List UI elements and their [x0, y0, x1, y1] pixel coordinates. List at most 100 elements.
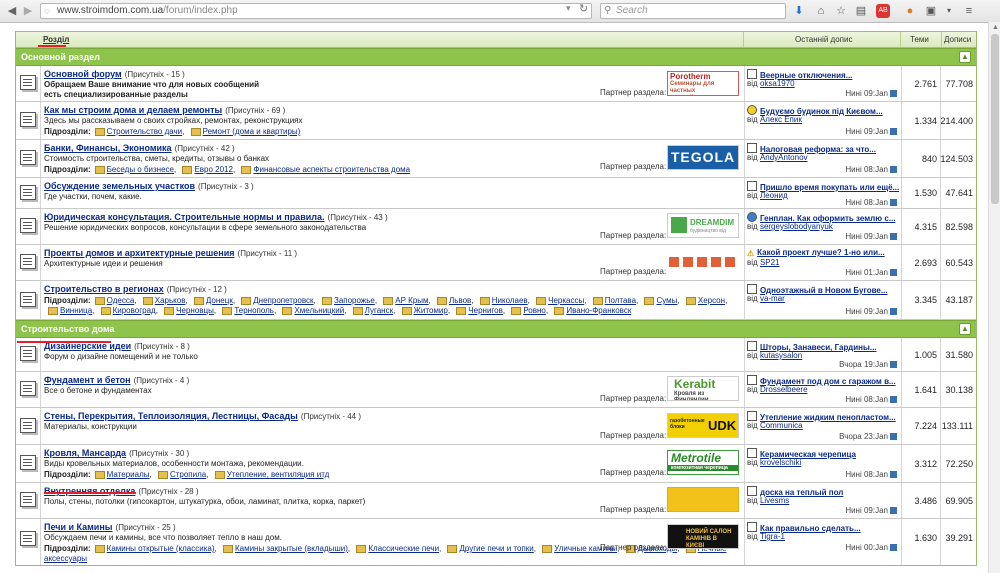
forum-desc: Обращаем Ваше внимание что для новых соо…	[44, 80, 259, 99]
extension-icon[interactable]: ●	[903, 4, 917, 18]
forum-row: Строительство в регионах (Присутніх - 12…	[16, 281, 976, 320]
forum-table: Розділ Останній допис Теми Дописи Основн…	[15, 31, 977, 566]
collapse-icon[interactable]: ▲	[959, 51, 971, 63]
forum-row: Как мы строим дома и делаем ремонты (При…	[16, 102, 976, 140]
search-input[interactable]: ⚲ Search	[600, 3, 786, 19]
partner-label: Партнер раздела:	[600, 88, 667, 97]
search-icon: ⚲	[604, 5, 612, 16]
ad-banner[interactable]: DREAMDIM будівництво від	[667, 213, 739, 238]
ad-banner[interactable]	[667, 487, 739, 512]
subforum-link[interactable]: Запорожье	[334, 296, 375, 305]
forum-row: Дизайнерские идеи (Присутніх - 8 ) Форум…	[16, 338, 976, 372]
subforum-link[interactable]: Одесса	[107, 296, 135, 305]
search-placeholder: Search	[616, 5, 648, 16]
subforum-link[interactable]: Винница	[60, 306, 92, 315]
subforum-link[interactable]: АР Крым	[395, 296, 428, 305]
subforum-link[interactable]: Кировоград	[113, 306, 156, 315]
forum-link[interactable]: Печи и Камины	[44, 522, 112, 532]
ad-banner[interactable]: Kerabit Кровля из Финляндии	[667, 376, 739, 401]
section-header-main: Основной раздел ▲	[16, 48, 976, 66]
subforum-link[interactable]: Другие печи и топки	[459, 544, 533, 553]
subforum-link[interactable]: Херсон	[698, 296, 725, 305]
header-posts: Дописи	[944, 35, 972, 44]
address-bar[interactable]: ◌ www.stroimdom.com.ua/forum/index.php	[40, 3, 592, 19]
collapse-icon[interactable]: ▲	[959, 323, 971, 335]
subforum-link[interactable]: Николаев	[492, 296, 528, 305]
globe-icon: ◌	[44, 6, 50, 17]
scroll-up-icon[interactable]: ▲	[992, 24, 999, 31]
posts-count: 77.708	[945, 79, 973, 89]
forum-link[interactable]: Как мы строим дома и делаем ремонты	[44, 105, 222, 115]
subforum-list: Підрозділи: Одесса, Харьков, Донецк, Днеп…	[44, 296, 728, 315]
ad-banner[interactable]: TEGOLA	[667, 145, 739, 170]
subforum-link[interactable]: Днепропетровск	[253, 296, 313, 305]
forum-row: Проекты домов и архитектурные решения (П…	[16, 245, 976, 281]
forum-link[interactable]: Проекты домов и архитектурные решения	[44, 248, 234, 258]
subforum-link[interactable]: Черновцы	[176, 306, 214, 315]
url-domain: www.stroimdom.com.ua	[57, 5, 164, 16]
forum-icon	[20, 112, 36, 127]
forum-link[interactable]: Строительство в регионах	[44, 284, 164, 294]
scroll-thumb[interactable]	[991, 34, 999, 204]
ad-banner[interactable]: Metrotile композитная черепица	[667, 450, 739, 475]
subforum-link[interactable]: Строительство дачи	[107, 127, 182, 136]
forward-icon[interactable]: ▶	[20, 3, 36, 19]
scrollbar[interactable]: ▲	[988, 22, 1000, 573]
forum-link[interactable]: Банки, Финансы, Экономика	[44, 143, 172, 153]
bookmarks-icon[interactable]: ☆	[834, 4, 848, 18]
subforum-link[interactable]: Ровно	[523, 306, 546, 315]
ad-banner[interactable]: Porotherm Семинары для частных застройщи…	[667, 71, 739, 96]
subforum-link[interactable]: Ремонт (дома и квартиры)	[203, 127, 301, 136]
addon-icon[interactable]: AB	[876, 4, 890, 18]
ad-banner[interactable]	[667, 251, 739, 276]
subforum-link[interactable]: Харьков	[155, 296, 186, 305]
last-post-user[interactable]: oksa1970	[760, 79, 795, 88]
forum-row: Кровля, Мансарда (Присутніх - 30 ) Виды …	[16, 445, 976, 483]
forum-row: Обсуждение земельных участков (Присутніх…	[16, 178, 976, 209]
ad-banner[interactable]: газобетонные блоки UDK	[667, 413, 739, 438]
browser-toolbar: ◀ ▶ ◌ www.stroimdom.com.ua/forum/index.p…	[0, 0, 1000, 23]
header-sections[interactable]: Розділ	[43, 35, 69, 44]
subforum-link[interactable]: Житомир	[414, 306, 448, 315]
subforum-link[interactable]: Хмельницкий	[294, 306, 344, 315]
forum-link[interactable]: Стены, Перекрытия, Теплоизоляция, Лестни…	[44, 411, 298, 421]
forum-link[interactable]: Кровля, Мансарда	[44, 448, 126, 458]
subforum-link[interactable]: Ивано-Франковск	[566, 306, 631, 315]
subforum-link[interactable]: Классические печи	[368, 544, 439, 553]
goto-icon[interactable]	[890, 90, 897, 97]
subforum-link[interactable]: Полтава	[605, 296, 636, 305]
forum-row: Стены, Перекрытия, Теплоизоляция, Лестни…	[16, 408, 976, 445]
forum-link[interactable]: Обсуждение земельных участков	[44, 181, 195, 191]
forum-icon	[20, 75, 36, 90]
forum-row: Внутренняя отделка (Присутніх - 28 ) Пол…	[16, 483, 976, 519]
forum-link[interactable]: Внутренняя отделка	[44, 486, 135, 496]
home-icon[interactable]: ⌂	[814, 4, 828, 18]
subforum-link[interactable]: Камины открытые (классика)	[107, 544, 215, 553]
menu-icon[interactable]: ≡	[962, 4, 976, 18]
reload-icon[interactable]: ↻	[579, 2, 588, 15]
subforum-link[interactable]: Чернигов	[468, 306, 503, 315]
section-header-house: Строительство дома ▲	[16, 320, 976, 338]
subforum-link[interactable]: Тернополь	[234, 306, 274, 315]
subforum-link[interactable]: Луганск	[365, 306, 393, 315]
url-dropdown-icon[interactable]: ▾	[566, 3, 571, 14]
back-icon[interactable]: ◀	[4, 3, 20, 19]
subforum-link[interactable]: Донецк	[206, 296, 233, 305]
subforum-link[interactable]: Сумы	[656, 296, 677, 305]
subforum-link[interactable]: Камины закрытые (вкладыши)	[235, 544, 348, 553]
forum-row: Юридическая консультация. Строительные н…	[16, 209, 976, 245]
forum-link[interactable]: Юридическая консультация. Строительные н…	[44, 212, 324, 222]
download-icon[interactable]: ⬇	[792, 4, 806, 18]
section-title: Строительство дома	[21, 324, 115, 334]
ad-banner[interactable]: НОВИЙ САЛОН КАМІНІВ В КИЄВІ	[667, 524, 739, 549]
forum-link[interactable]: Фундамент и бетон	[44, 375, 131, 385]
dropdown-icon[interactable]: ▾	[942, 4, 956, 18]
library-icon[interactable]: ▤	[854, 4, 868, 18]
subforum-link[interactable]: Львов	[449, 296, 471, 305]
forum-link[interactable]: Основной форум	[44, 69, 122, 79]
subforum-link[interactable]: Черкассы	[548, 296, 584, 305]
forum-row: Фундамент и бетон (Присутніх - 4 ) Все о…	[16, 372, 976, 408]
annotation-underline	[38, 45, 66, 47]
header-last-post: Останній допис	[795, 35, 853, 44]
camera-icon[interactable]: ▣	[924, 4, 938, 18]
